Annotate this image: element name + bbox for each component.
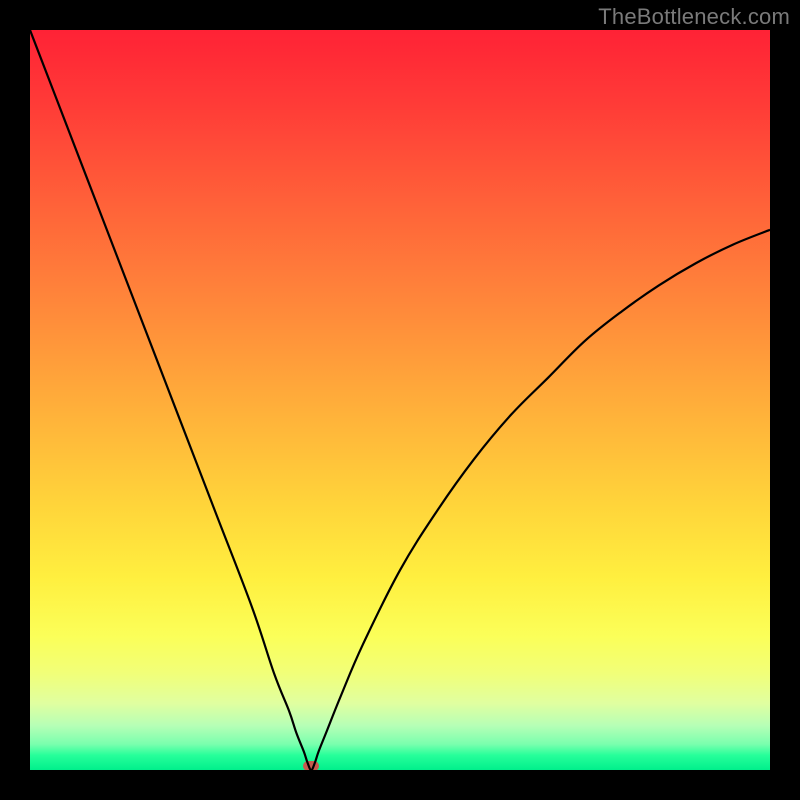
watermark-text: TheBottleneck.com <box>598 4 790 30</box>
bottleneck-curve <box>30 30 770 770</box>
curve-svg <box>30 30 770 770</box>
plot-area <box>30 30 770 770</box>
chart-frame: TheBottleneck.com <box>0 0 800 800</box>
